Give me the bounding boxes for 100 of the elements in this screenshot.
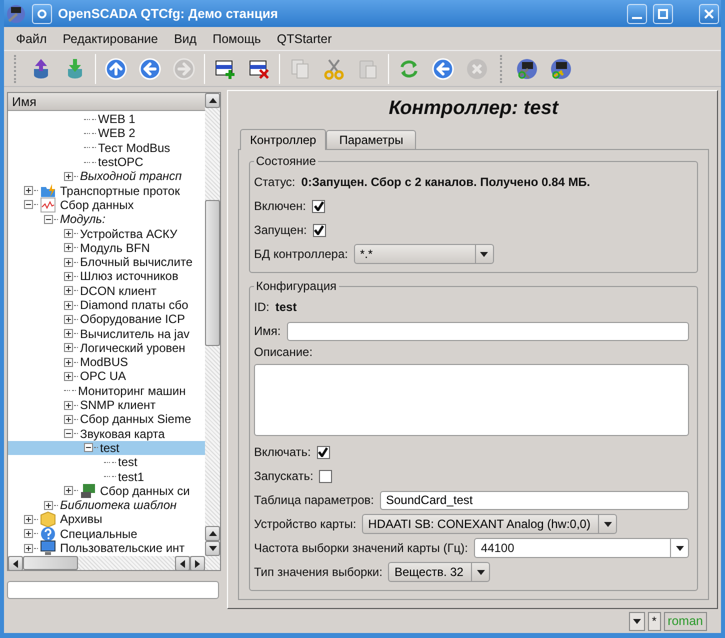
dropdown-button[interactable] — [628, 612, 645, 630]
tree-item[interactable]: Пользовательские инт — [8, 540, 205, 556]
expand-icon[interactable] — [64, 258, 73, 267]
close-button[interactable] — [699, 4, 719, 24]
expand-icon[interactable] — [64, 172, 73, 181]
delete-row-icon[interactable] — [248, 58, 270, 80]
maximize-button[interactable] — [653, 4, 673, 24]
tree-item[interactable]: Модуль BFN — [8, 240, 205, 255]
tree-item[interactable]: Diamond платы сбо — [8, 298, 205, 312]
expand-icon[interactable] — [44, 500, 53, 510]
tree-item[interactable]: DCON клиент — [8, 284, 205, 298]
expand-icon[interactable] — [24, 514, 33, 524]
caret-down-icon — [676, 546, 684, 550]
pin-button[interactable] — [32, 4, 52, 24]
monitor-icon — [40, 540, 56, 556]
tree-item[interactable]: OPC UA — [8, 369, 205, 384]
tree-item[interactable]: Оборудование ICP — [8, 312, 205, 326]
expand-icon[interactable] — [64, 343, 73, 352]
expand-icon[interactable] — [64, 358, 73, 367]
tree-item[interactable]: test1 — [8, 469, 205, 484]
expand-icon[interactable] — [64, 414, 73, 424]
tab[interactable]: Контроллер — [240, 129, 326, 150]
collapse-icon[interactable] — [84, 443, 93, 452]
checkbox[interactable] — [316, 446, 330, 458]
minimize-button[interactable] — [627, 4, 647, 24]
tree-item[interactable]: WEB 2 — [8, 126, 205, 141]
tree-item[interactable]: Сбор данных — [8, 198, 205, 212]
tree-item[interactable]: Звуковая карта — [8, 426, 205, 441]
menu-item[interactable]: Вид — [166, 32, 205, 46]
add-row-icon[interactable] — [214, 58, 236, 80]
caret-up-icon — [208, 531, 216, 536]
tab[interactable]: Параметры — [326, 130, 416, 149]
tree-item[interactable]: SNMP клиент — [8, 398, 205, 412]
expand-icon[interactable] — [64, 486, 73, 496]
dropdown[interactable]: Веществ. 32 — [388, 562, 490, 582]
tree-item[interactable]: Тест ModBus — [8, 140, 205, 155]
expand-icon[interactable] — [24, 186, 33, 196]
tree-item[interactable]: Выходной трансп — [8, 169, 205, 184]
caret-down-icon — [604, 522, 612, 526]
combo-field[interactable]: 44100 — [474, 538, 689, 558]
menu-item[interactable]: Файл — [8, 32, 55, 46]
menu-item[interactable]: Редактирование — [54, 32, 166, 46]
expand-icon[interactable] — [64, 300, 73, 310]
tree-item[interactable]: Транспортные проток — [8, 183, 205, 198]
arrow-left-icon[interactable] — [432, 58, 454, 80]
tree-item[interactable]: Устройства АСКУ — [8, 226, 205, 241]
device-icon — [80, 482, 96, 499]
column-header[interactable]: Имя — [8, 93, 205, 111]
collapse-icon[interactable] — [44, 214, 53, 224]
text-field[interactable]: SoundCard_test — [380, 490, 689, 510]
tree-item[interactable]: ModBUS — [8, 355, 205, 370]
caret-down-icon — [632, 618, 641, 624]
dropdown[interactable]: HDAATI SB: CONEXANT Analog (hw:0,0) — [362, 514, 618, 534]
checkbox[interactable] — [312, 200, 326, 212]
tree-item[interactable]: test — [8, 440, 205, 456]
tree-item[interactable]: Специальные — [8, 526, 205, 541]
field-label: Тип значения выборки: — [254, 565, 382, 579]
tree-item[interactable]: Архивы — [8, 512, 205, 527]
folder-icon — [40, 182, 56, 199]
tree-item[interactable]: Сбор данных Sieme — [8, 412, 205, 427]
description-field[interactable] — [254, 364, 689, 436]
tree-item[interactable]: Сбор данных си — [8, 484, 205, 498]
tree-item[interactable]: Логический уровен — [8, 340, 205, 356]
tree-item[interactable]: Шлюз источников — [8, 269, 205, 284]
expand-icon[interactable] — [64, 314, 73, 324]
tree-item[interactable]: Модуль: — [8, 212, 205, 226]
tree-item[interactable]: Блочный вычислите — [8, 254, 205, 270]
menu-item[interactable]: Помощь — [204, 32, 269, 46]
collapse-icon[interactable] — [24, 200, 33, 210]
tree-item[interactable]: Мониторинг машин — [8, 384, 205, 398]
station-key-icon[interactable] — [550, 58, 572, 80]
text-field[interactable] — [286, 322, 689, 340]
dropdown[interactable]: *.* — [354, 244, 494, 264]
arrow-up-icon[interactable] — [105, 58, 127, 80]
expand-icon[interactable] — [64, 272, 73, 281]
minimize-icon — [632, 16, 642, 18]
horizontal-scrollbar[interactable] — [8, 556, 220, 570]
expand-icon[interactable] — [64, 400, 73, 410]
checkbox[interactable] — [312, 224, 326, 236]
input-field[interactable] — [7, 581, 219, 599]
expand-icon[interactable] — [24, 529, 33, 538]
checkbox[interactable] — [319, 470, 332, 482]
expand-icon[interactable] — [64, 286, 73, 296]
station-tool-icon[interactable] — [516, 58, 538, 80]
vertical-scrollbar[interactable] — [205, 93, 220, 556]
expand-icon[interactable] — [64, 229, 73, 238]
expand-icon[interactable] — [64, 372, 73, 381]
collapse-icon[interactable] — [64, 429, 73, 438]
tree-item[interactable]: test — [8, 455, 205, 470]
field-label: БД контроллера: — [254, 247, 348, 261]
expand-icon[interactable] — [64, 243, 73, 252]
arrow-left-icon[interactable] — [139, 58, 161, 80]
expand-icon[interactable] — [24, 544, 33, 553]
tree-item[interactable]: WEB 1 — [8, 112, 205, 126]
field-label: Запускать: — [254, 469, 314, 483]
tree-item[interactable]: Библиотека шаблон — [8, 498, 205, 512]
tree-item[interactable]: Вычислитель на jav — [8, 326, 205, 341]
tree-item[interactable]: testOPC — [8, 154, 205, 170]
menu-item[interactable]: QTStarter — [268, 32, 340, 46]
expand-icon[interactable] — [64, 329, 73, 338]
